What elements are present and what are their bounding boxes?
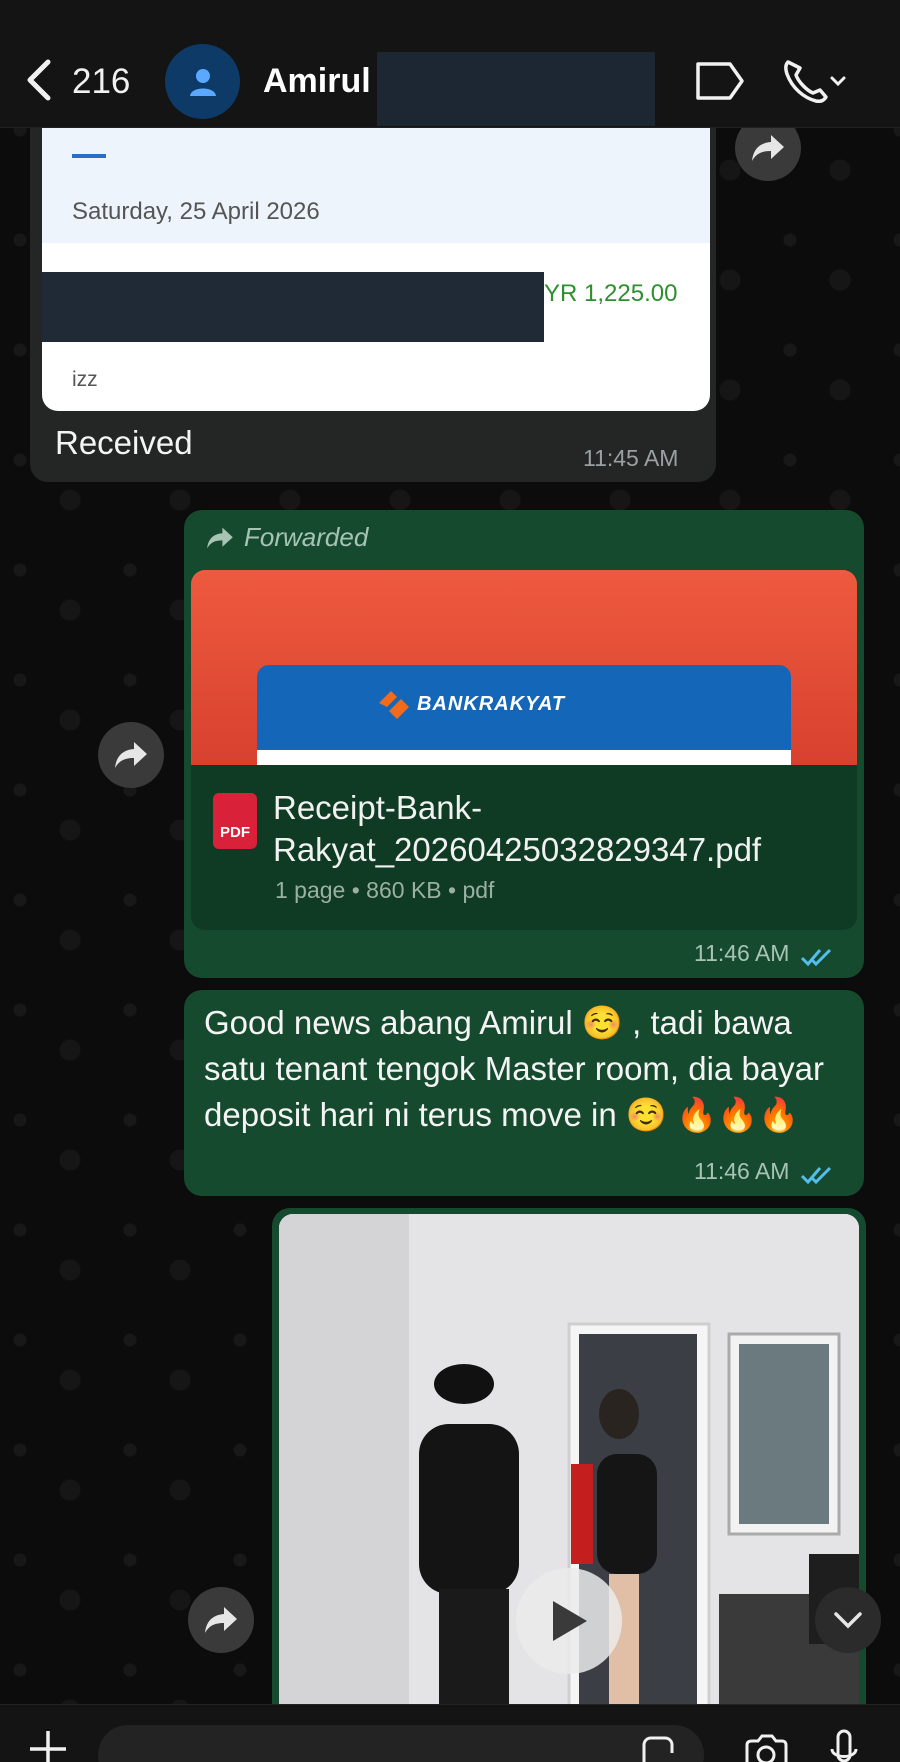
read-ticks-icon [800,948,831,966]
video-call-icon[interactable] [694,60,746,102]
redacted-block [377,52,655,126]
document-file-name: Receipt-Bank-Rakyat_20260425032829347.pd… [273,789,762,868]
back-chevron-icon[interactable] [22,58,56,102]
video-thumbnail[interactable] [279,1214,859,1762]
scroll-to-bottom-button[interactable] [815,1587,881,1653]
card-amount: YR 1,225.00 [544,280,678,307]
document-info[interactable]: PDF Receipt-Bank-Rakyat_2026042503282934… [191,765,857,930]
document-meta: 1 page • 860 KB • pdf [275,877,495,903]
card-footer-text: izz [72,368,98,391]
incoming-message-text: Received [55,424,193,461]
bank-rakyat-logo-icon [379,691,409,719]
document-timestamp: 11:46 AM [694,940,834,967]
forward-button[interactable] [188,1587,254,1653]
chevron-down-icon [834,1612,862,1629]
document-preview[interactable]: BANKRAKYAT [191,570,857,765]
preview-white-strip [257,750,791,765]
forwarded-arrow-icon [207,527,233,548]
read-ticks-icon [800,1166,831,1184]
pdf-icon: PDF [213,793,257,849]
microphone-icon[interactable] [830,1729,858,1762]
text-timestamp: 11:46 AM [694,1158,834,1185]
sticker-icon[interactable] [640,1735,676,1762]
contact-name[interactable]: Amirul [263,62,371,101]
incoming-message-time: 11:45 AM [583,445,679,471]
bank-rakyat-wordmark: BANKRAKYAT [417,693,566,715]
share-arrow-icon [752,135,784,161]
redacted-block [42,272,544,342]
message-input-bar [0,1704,900,1762]
avatar[interactable] [165,44,240,119]
card-accent-line [72,154,106,158]
forwarded-label: Forwarded [244,522,369,552]
chat-header: 216 Amirul [0,0,900,128]
outgoing-message-text: Good news abang Amirul ☺️ , tadi bawa sa… [204,1004,825,1133]
plus-icon[interactable] [28,1729,68,1762]
text-message-time: 11:46 AM [694,1158,790,1184]
voice-call-icon[interactable] [780,56,850,106]
person-icon [189,68,216,96]
document-time: 11:46 AM [694,940,790,966]
camera-icon[interactable] [744,1733,788,1762]
card-date: Saturday, 25 April 2026 [72,198,320,225]
play-icon [553,1601,587,1641]
share-arrow-icon [205,1607,237,1633]
transfer-receipt-card[interactable]: Saturday, 25 April 2026 YR 1,225.00 izz [42,128,710,411]
message-input[interactable] [98,1725,704,1762]
forward-button[interactable] [98,722,164,788]
share-arrow-icon [115,742,147,768]
video-scene [279,1214,859,1762]
forwarded-indicator: Forwarded [206,522,368,553]
back-unread-count[interactable]: 216 [72,62,130,102]
play-button[interactable] [516,1568,622,1674]
